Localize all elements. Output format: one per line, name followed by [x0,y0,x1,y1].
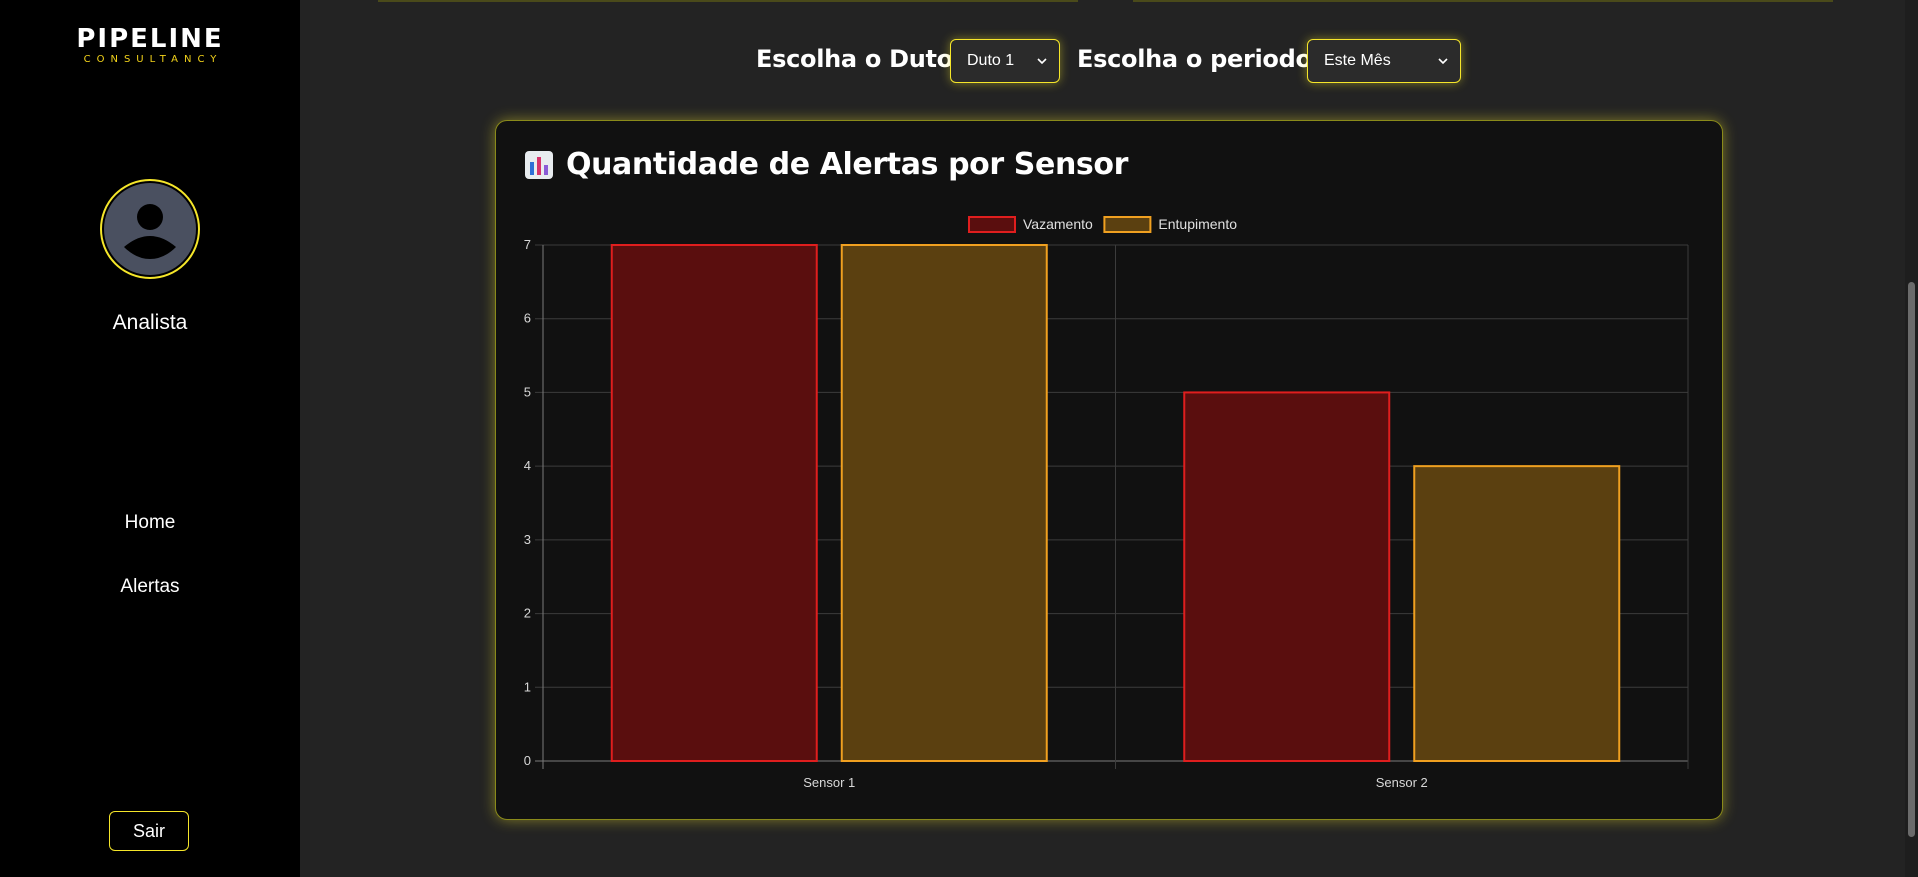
sidebar-item-home[interactable]: Home [0,512,300,534]
avatar [100,179,200,279]
x-tick-label: Sensor 1 [803,775,855,790]
sidebar: PIPELINE CONSULTANCY Analista Home Alert… [0,0,300,877]
top-divider [1133,0,1833,2]
chevron-down-icon [1438,58,1448,65]
period-select-value: Este Mês [1324,52,1391,69]
chart-card: Quantidade de Alertas por Sensor 0123456… [495,120,1723,820]
user-name: Analista [112,311,188,334]
y-tick-label: 0 [523,753,530,768]
period-label: Escolha o periodo: [1077,45,1321,73]
logout-button[interactable]: Sair [109,811,189,851]
legend-label: Entupimento [1158,216,1237,232]
y-tick-label: 2 [523,605,530,620]
y-tick-label: 7 [523,237,530,252]
user-avatar-icon [104,183,196,275]
y-tick-label: 6 [523,310,530,325]
y-tick-label: 5 [523,384,530,399]
bar-vazamento-sensor-2 [1182,390,1390,762]
scrollbar[interactable] [1905,0,1918,877]
top-divider [378,0,1078,2]
period-select[interactable]: Este Mês [1307,39,1461,83]
chevron-down-icon [1037,58,1047,65]
bar-entupimento-sensor-2 [1412,464,1620,762]
legend-swatch [1102,215,1151,233]
brand-logo[interactable]: PIPELINE CONSULTANCY [0,24,300,66]
legend-swatch [967,215,1016,233]
duct-select-value: Duto 1 [967,52,1015,69]
bar-entupimento-sensor-1 [840,243,1048,762]
duct-select[interactable]: Duto 1 [950,39,1060,83]
x-tick-label: Sensor 2 [1375,775,1427,790]
alerts-bar-chart: 0 1 2 3 4 5 6 7 Sensor 1 Sensor 2 Vazamento Entupim… [523,215,1688,790]
logo-sub-text: CONSULTANCY [83,54,223,65]
logo-main-text: PIPELINE [76,24,224,54]
y-tick-label: 1 [523,679,530,694]
sidebar-item-alertas[interactable]: Alertas [0,576,300,598]
legend-label: Vazamento [1023,216,1093,232]
y-tick-label: 4 [523,458,530,473]
y-tick-label: 3 [523,531,530,546]
duct-label: Escolha o Duto: [756,45,963,73]
scrollbar-thumb[interactable] [1908,282,1915,837]
bar-vazamento-sensor-1 [610,243,818,762]
